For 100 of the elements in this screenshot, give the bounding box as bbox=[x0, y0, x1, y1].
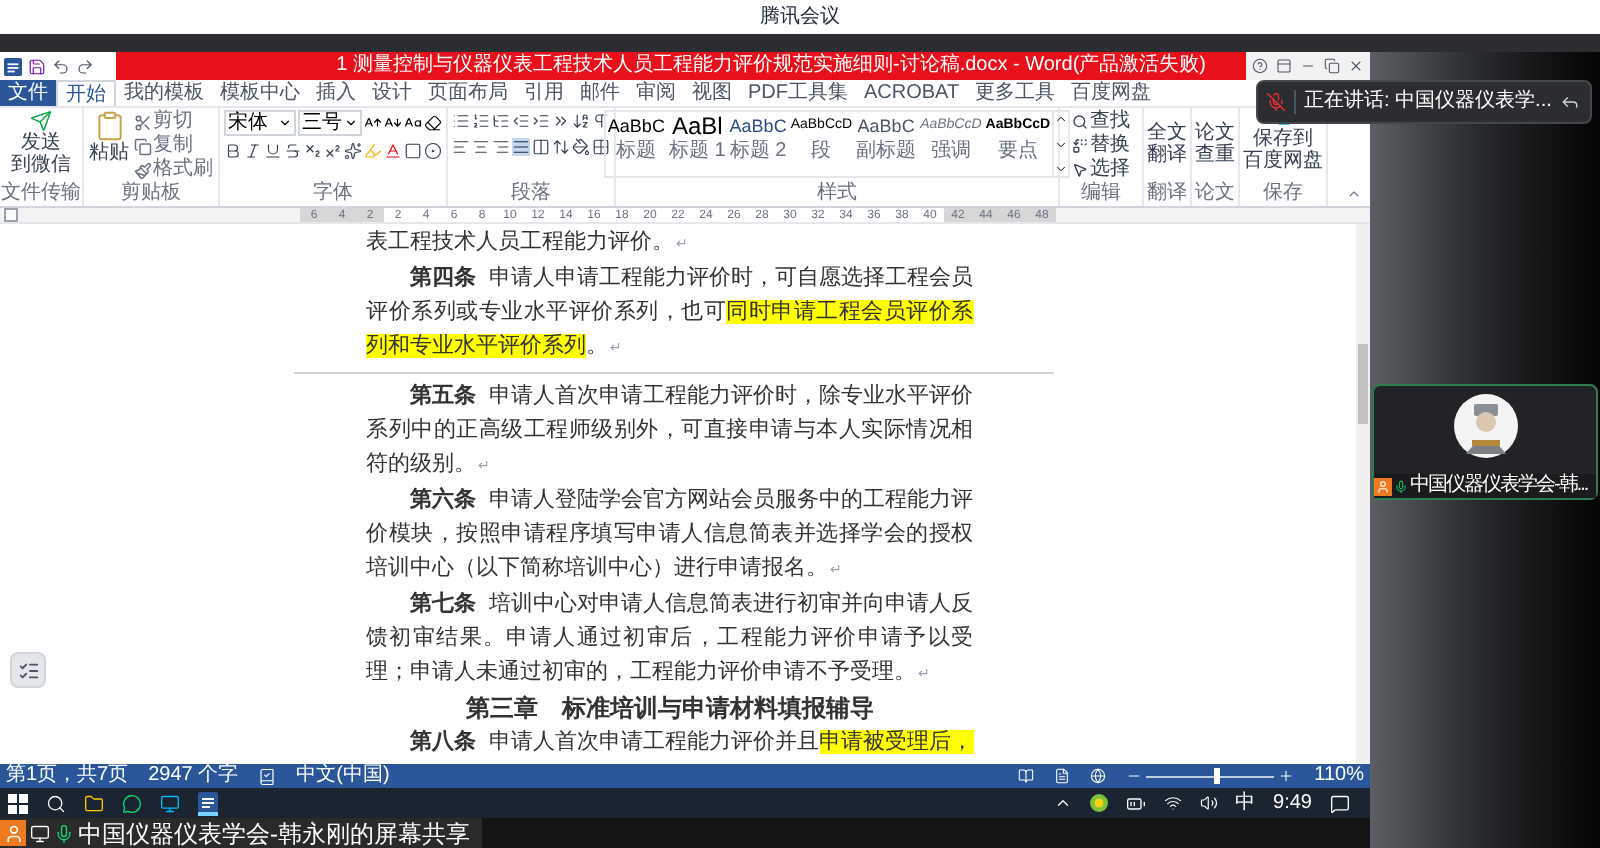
increase-indent-icon[interactable] bbox=[532, 112, 550, 130]
scrollbar[interactable] bbox=[1356, 224, 1370, 764]
text-effect-icon[interactable] bbox=[344, 142, 362, 160]
close-icon[interactable] bbox=[1348, 58, 1364, 74]
windows-icon[interactable] bbox=[8, 793, 28, 813]
ribbon-tab[interactable]: 百度网盘 bbox=[1063, 80, 1160, 106]
decrease-indent-icon[interactable] bbox=[512, 112, 530, 130]
pilcrow-icon[interactable] bbox=[592, 112, 610, 130]
clipboard-button[interactable]: 剪切 bbox=[133, 110, 213, 134]
translate-button[interactable]: 全文 翻译 bbox=[1147, 122, 1187, 166]
zoom-slider[interactable] bbox=[1146, 768, 1275, 784]
battery-icon[interactable] bbox=[1125, 793, 1146, 813]
style-item[interactable]: AaBbC 标题 bbox=[605, 112, 667, 176]
ribbon-tab[interactable]: 文件 bbox=[0, 80, 56, 106]
superscript-icon[interactable] bbox=[324, 142, 342, 160]
paste-button[interactable]: 粘贴 bbox=[89, 110, 129, 182]
sort-icon[interactable] bbox=[572, 112, 590, 130]
ribbon-tab[interactable]: PDF工具集 bbox=[740, 80, 856, 106]
send-icon[interactable] bbox=[30, 110, 52, 132]
ribbon-tab[interactable]: 视图 bbox=[684, 80, 740, 106]
language[interactable]: 中文(中国) bbox=[296, 764, 390, 788]
scroll-down-icon[interactable] bbox=[1054, 137, 1069, 151]
search-icon[interactable] bbox=[46, 793, 66, 813]
ribbon-tab[interactable]: 插入 bbox=[308, 80, 364, 106]
chat-icon[interactable] bbox=[122, 793, 142, 813]
style-item[interactable]: AaBl 标题 1 bbox=[666, 112, 728, 176]
borders-icon[interactable] bbox=[592, 138, 610, 156]
clock[interactable]: 9:49 bbox=[1273, 791, 1312, 815]
ribbon-tab[interactable]: 引用 bbox=[516, 80, 572, 106]
ribbon-tab[interactable]: 设计 bbox=[364, 80, 420, 106]
underline-icon[interactable] bbox=[264, 142, 282, 160]
multilevel-list-icon[interactable] bbox=[492, 112, 510, 130]
numbering-icon[interactable] bbox=[472, 112, 490, 130]
tab-selector[interactable] bbox=[4, 208, 18, 222]
folder-icon[interactable] bbox=[84, 793, 104, 813]
floating-toolbar-button[interactable] bbox=[10, 652, 46, 688]
video-tile[interactable]: 中国仪器仪表学会-韩... bbox=[1372, 384, 1598, 500]
save-icon[interactable] bbox=[28, 57, 46, 75]
word-count[interactable]: 2947 个字 bbox=[148, 764, 239, 788]
undo-icon[interactable] bbox=[52, 57, 70, 75]
bullets-icon[interactable] bbox=[452, 112, 470, 130]
bold-icon[interactable] bbox=[224, 142, 242, 160]
scroll-up-icon[interactable] bbox=[1054, 112, 1069, 126]
subscript-icon[interactable] bbox=[304, 142, 322, 160]
ribbon-tab[interactable]: 开始 bbox=[56, 80, 116, 106]
ribbon-tab[interactable]: 审阅 bbox=[628, 80, 684, 106]
align-left-icon[interactable] bbox=[452, 138, 470, 156]
columns-icon[interactable] bbox=[532, 138, 550, 156]
style-item[interactable]: AaBbC 副标题 bbox=[854, 112, 919, 176]
font-name-select[interactable]: 宋体 bbox=[224, 110, 296, 136]
strikethrough-icon[interactable] bbox=[284, 142, 302, 160]
shrink-font-icon[interactable] bbox=[384, 114, 402, 132]
help-icon[interactable] bbox=[1252, 58, 1268, 74]
ribbon-tab[interactable]: 我的模板 bbox=[116, 80, 212, 106]
monitor-icon[interactable] bbox=[160, 793, 180, 813]
proofing-icon[interactable] bbox=[258, 767, 277, 785]
collapse-ribbon-icon[interactable] bbox=[1346, 186, 1362, 202]
ribbon-display-icon[interactable] bbox=[1276, 58, 1292, 74]
more-icon[interactable] bbox=[1054, 162, 1069, 176]
ribbon-tab[interactable]: ACROBAT bbox=[856, 80, 968, 106]
italic-icon[interactable] bbox=[244, 142, 262, 160]
input-method[interactable]: 中 bbox=[1235, 791, 1256, 815]
document-app-icon[interactable] bbox=[198, 791, 218, 811]
edit-button[interactable]: 查找 bbox=[1072, 110, 1130, 134]
tray-expand-icon[interactable] bbox=[1053, 794, 1072, 812]
ribbon-tab[interactable]: 更多工具 bbox=[967, 80, 1064, 106]
tray-app-icon[interactable] bbox=[1089, 794, 1108, 812]
zoom-in-icon[interactable] bbox=[1278, 768, 1295, 784]
document-app-icon[interactable] bbox=[4, 57, 22, 75]
ribbon-tab[interactable]: 页面布局 bbox=[420, 80, 516, 106]
volume-icon[interactable] bbox=[1199, 794, 1218, 812]
align-center-icon[interactable] bbox=[472, 138, 490, 156]
network-icon[interactable] bbox=[1163, 794, 1182, 812]
paper-check-button[interactable]: 论文 查重 bbox=[1195, 122, 1235, 166]
edit-button[interactable]: 替换 bbox=[1072, 134, 1130, 158]
font-color-icon[interactable] bbox=[384, 142, 402, 160]
zoom-percent[interactable]: 110% bbox=[1314, 764, 1364, 788]
change-case-icon[interactable] bbox=[404, 114, 422, 132]
clear-format-icon[interactable] bbox=[424, 114, 442, 132]
ribbon-tab[interactable]: 模板中心 bbox=[212, 80, 308, 106]
align-right-icon[interactable] bbox=[492, 138, 510, 156]
web-layout-icon[interactable] bbox=[1090, 768, 1107, 784]
font-size-select[interactable]: 三号 bbox=[298, 110, 362, 136]
clipboard-button[interactable]: 格式刷 bbox=[133, 158, 213, 182]
line-spacing-icon[interactable] bbox=[552, 138, 570, 156]
save-to-cloud-button[interactable]: 保存到 百度网盘 bbox=[1243, 128, 1323, 172]
read-mode-icon[interactable] bbox=[1018, 768, 1035, 784]
shading-icon[interactable] bbox=[572, 138, 590, 156]
grow-font-icon[interactable] bbox=[364, 114, 382, 132]
reply-icon[interactable] bbox=[1559, 92, 1580, 112]
send-button[interactable]: 发送 到微信 bbox=[11, 132, 71, 176]
edit-button[interactable]: 选择 bbox=[1072, 158, 1130, 182]
print-layout-icon[interactable] bbox=[1054, 768, 1071, 784]
page-count[interactable]: 第1页，共7页 bbox=[6, 764, 129, 788]
zoom-thumb[interactable] bbox=[1214, 768, 1221, 784]
restore-icon[interactable] bbox=[1324, 58, 1340, 74]
notification-icon[interactable] bbox=[1330, 793, 1350, 813]
clipboard-button[interactable]: 复制 bbox=[133, 134, 213, 158]
shading-icon[interactable] bbox=[404, 142, 422, 160]
redo-icon[interactable] bbox=[76, 57, 94, 75]
